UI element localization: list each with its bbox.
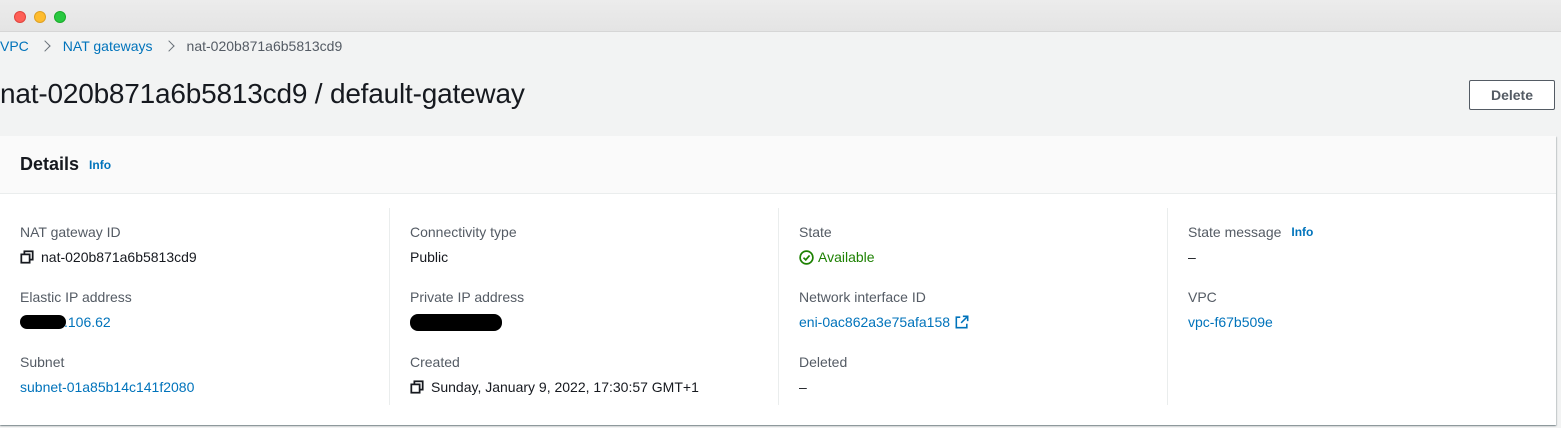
details-column-3: State Available Network interface ID eni… bbox=[778, 208, 1167, 405]
maximize-window-button[interactable] bbox=[54, 11, 66, 23]
elastic-ip-link[interactable]: .106.62 bbox=[20, 313, 132, 331]
connectivity-type-value: Public bbox=[410, 249, 449, 265]
network-interface-link[interactable]: eni-0ac862a3e75afa158 bbox=[799, 313, 969, 331]
deleted-label: Deleted bbox=[799, 354, 848, 370]
breadcrumb-current: nat-020b871a6b5813cd9 bbox=[186, 38, 343, 54]
subnet-link[interactable]: subnet-01a85b14c141f2080 bbox=[20, 378, 194, 396]
vpc-link[interactable]: vpc-f67b509e bbox=[1188, 313, 1273, 331]
details-column-4: State message Info – VPC vpc-f67b509e bbox=[1167, 208, 1556, 405]
private-ip-label: Private IP address bbox=[410, 289, 525, 305]
chevron-right-icon bbox=[159, 39, 181, 53]
copy-icon[interactable] bbox=[410, 380, 424, 394]
deleted-field: Deleted – bbox=[799, 353, 847, 396]
nat-gateway-id-field: NAT gateway ID nat-020b871a6b5813cd9 bbox=[20, 223, 197, 266]
status-available-icon bbox=[799, 249, 814, 265]
redaction-mark bbox=[20, 315, 66, 329]
network-interface-label: Network interface ID bbox=[799, 289, 926, 305]
redaction-mark bbox=[410, 313, 502, 331]
breadcrumb-nat-gateways[interactable]: NAT gateways bbox=[63, 38, 153, 54]
state-field: State Available bbox=[799, 223, 875, 266]
network-interface-text: eni-0ac862a3e75afa158 bbox=[799, 314, 951, 330]
state-value: Available bbox=[799, 248, 875, 266]
state-message-info-link[interactable]: Info bbox=[1291, 225, 1313, 239]
elastic-ip-field: Elastic IP address .106.62 bbox=[20, 288, 132, 331]
state-message-label-text: State message bbox=[1188, 224, 1282, 240]
network-interface-field: Network interface ID eni-0ac862a3e75afa1… bbox=[799, 288, 969, 331]
details-info-link[interactable]: Info bbox=[89, 158, 111, 172]
state-message-label: State message Info bbox=[1188, 223, 1313, 241]
delete-button[interactable]: Delete bbox=[1469, 80, 1555, 110]
nat-gateway-id-value: nat-020b871a6b5813cd9 bbox=[20, 248, 197, 266]
connectivity-type-field: Connectivity type Public bbox=[410, 223, 517, 266]
details-panel: Details Info NAT gateway ID nat-020b871a… bbox=[0, 136, 1556, 425]
breadcrumb: VPC NAT gateways nat-020b871a6b5813cd9 bbox=[0, 37, 342, 55]
deleted-value: – bbox=[799, 379, 807, 395]
close-window-button[interactable] bbox=[14, 11, 26, 23]
page-title: nat-020b871a6b5813cd9 / default-gateway bbox=[0, 78, 525, 109]
private-ip-field: Private IP address bbox=[410, 288, 524, 331]
created-field: Created Sunday, January 9, 2022, 17:30:5… bbox=[410, 353, 699, 396]
state-message-field: State message Info – bbox=[1188, 223, 1313, 266]
private-ip-value bbox=[410, 313, 524, 331]
window-titlebar bbox=[0, 0, 1561, 32]
state-text: Available bbox=[818, 249, 875, 265]
details-column-2: Connectivity type Public Private IP addr… bbox=[389, 208, 778, 405]
vpc-field: VPC vpc-f67b509e bbox=[1188, 288, 1273, 331]
connectivity-type-label: Connectivity type bbox=[410, 224, 517, 240]
created-value: Sunday, January 9, 2022, 17:30:57 GMT+1 bbox=[410, 378, 699, 396]
state-label: State bbox=[799, 224, 832, 240]
minimize-window-button[interactable] bbox=[34, 11, 46, 23]
vpc-label: VPC bbox=[1188, 289, 1217, 305]
created-label: Created bbox=[410, 354, 460, 370]
nat-gateway-id-label: NAT gateway ID bbox=[20, 224, 121, 240]
chevron-right-icon bbox=[35, 39, 57, 53]
details-title: Details bbox=[20, 154, 80, 174]
details-header: Details Info bbox=[0, 136, 1556, 194]
subnet-label: Subnet bbox=[20, 354, 65, 370]
elastic-ip-label: Elastic IP address bbox=[20, 289, 132, 305]
external-link-icon bbox=[955, 315, 969, 329]
elastic-ip-text: .106.62 bbox=[64, 314, 111, 330]
details-columns: NAT gateway ID nat-020b871a6b5813cd9 Ela… bbox=[0, 208, 1556, 405]
copy-icon[interactable] bbox=[20, 250, 34, 264]
breadcrumb-vpc[interactable]: VPC bbox=[0, 38, 29, 54]
created-text: Sunday, January 9, 2022, 17:30:57 GMT+1 bbox=[431, 379, 699, 395]
details-column-1: NAT gateway ID nat-020b871a6b5813cd9 Ela… bbox=[0, 208, 389, 405]
state-message-value: – bbox=[1188, 249, 1196, 265]
nat-gateway-id-text: nat-020b871a6b5813cd9 bbox=[41, 249, 197, 265]
subnet-field: Subnet subnet-01a85b14c141f2080 bbox=[20, 353, 194, 396]
